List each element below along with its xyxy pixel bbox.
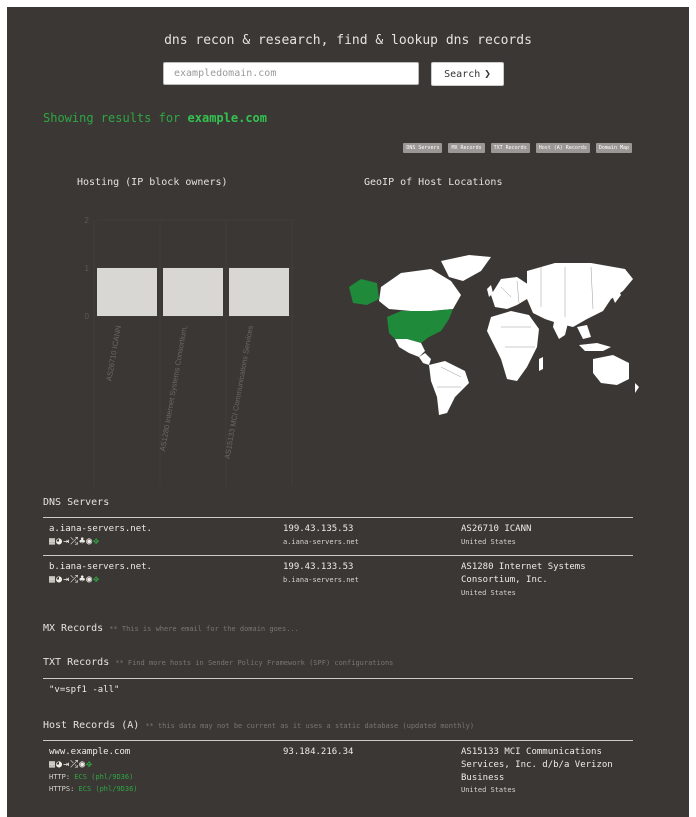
txt-title: TXT Records [43, 657, 110, 668]
map-africa [487, 311, 539, 381]
map-alaska [349, 279, 379, 305]
txt-hint: ** Find more hosts in Sender Policy Fram… [115, 659, 394, 667]
chevron-right-icon: ❯ [484, 67, 491, 80]
shuffle-icon[interactable]: ⤮ [70, 759, 79, 770]
geoip-title: GeoIP of Host Locations [364, 177, 503, 188]
dns-host-2[interactable]: b.iana-servers.net. [49, 562, 152, 572]
map-usa [387, 309, 453, 343]
hosting-bar-chart: 0 1 2 AS26710 ICANN AS1280 Internet Systems … [85, 216, 295, 486]
http-value: ECS (phl/9D36) [74, 773, 134, 781]
dns-asn-2-line1: AS1280 Internet Systems [461, 562, 586, 572]
shuffle-icon[interactable]: ⤮ [70, 574, 79, 585]
map-south-america [429, 361, 469, 415]
crosshair-icon[interactable]: ✥ [93, 536, 100, 547]
divider [43, 740, 633, 741]
record-tools-1: ▦◕⇥⤮♣◉✥ [49, 536, 100, 547]
host-records-title: Host Records (A) [43, 720, 140, 731]
host-records-hint: ** this data may not be current as it us… [145, 722, 475, 730]
host-country: United States [461, 786, 516, 794]
mx-hint: ** This is where email for the domain go… [109, 625, 299, 633]
http-label: HTTP: [49, 773, 71, 781]
map-australia [593, 355, 629, 385]
bar [163, 268, 223, 316]
divider [43, 517, 633, 518]
host-asn-line1: AS15133 MCI Communications [461, 747, 602, 757]
divider [43, 678, 633, 679]
nav-mx-records[interactable]: MX Records [448, 143, 485, 153]
dns-ip-1: 199.43.135.53 [283, 524, 354, 534]
map-new-zealand [635, 383, 639, 393]
dns-ip-2: 199.43.133.53 [283, 562, 354, 572]
nav-domain-map[interactable]: Domain Map [595, 143, 632, 153]
map-madagascar [539, 357, 543, 371]
results-domain: example.com [187, 111, 267, 125]
globe-icon[interactable]: ◕ [56, 759, 63, 770]
section-nav: DNS Servers MX Records TXT Records Host … [403, 143, 632, 153]
bar [97, 268, 157, 316]
y-tick-label: 0 [85, 312, 90, 321]
host-ip: 93.184.216.34 [283, 747, 354, 757]
dns-host-1[interactable]: a.iana-servers.net. [49, 524, 152, 534]
shuffle-icon[interactable]: ⤮ [70, 536, 79, 547]
grid-icon[interactable]: ▦ [49, 536, 56, 547]
nav-host-records[interactable]: Host (A) Records [535, 143, 590, 153]
map-europe [491, 277, 529, 309]
map-land [349, 255, 639, 415]
grid-icon[interactable]: ▦ [49, 759, 56, 770]
http-banner: HTTP: ECS (phl/9D36) [49, 773, 133, 781]
txt-heading: TXT Records ** Find more hosts in Sender … [43, 657, 393, 668]
y-tick-label: 1 [85, 264, 90, 273]
results-prefix: Showing results for [43, 111, 181, 125]
map-southeast-asia [577, 325, 591, 339]
nav-txt-records[interactable]: TXT Records [490, 143, 530, 153]
hosting-title: Hosting (IP block owners) [77, 177, 228, 188]
dns-country-2: United States [461, 589, 516, 597]
https-label: HTTPS: [49, 785, 75, 793]
host-asn-line3: Business [461, 773, 505, 783]
globe-icon[interactable]: ◕ [56, 574, 63, 585]
host-records-heading: Host Records (A) ** this data may not be … [43, 720, 474, 731]
nav-dns-servers[interactable]: DNS Servers [403, 143, 443, 153]
dns-country-1: United States [461, 538, 516, 546]
globe-icon[interactable]: ◕ [56, 536, 63, 547]
dns-rdns-1: a.iana-servers.net [283, 538, 359, 546]
crosshair-icon[interactable]: ✥ [93, 574, 100, 585]
https-value: ECS (phl/9D36) [78, 785, 138, 793]
https-banner: HTTPS: ECS (phl/9D36) [49, 785, 138, 793]
x-tick-label: AS1280 Internet Systems Consortium, [158, 325, 189, 452]
dns-asn-2-line2: Consortium, Inc. [461, 575, 548, 585]
crosshair-icon[interactable]: ✥ [86, 759, 93, 770]
map-indonesia [579, 343, 611, 351]
page-title: dns recon & research, find & lookup dns … [164, 33, 532, 48]
x-tick-label: AS26710 ICANN [104, 325, 123, 382]
record-tools-2: ▦◕⇥⤮♣◉✥ [49, 574, 100, 585]
mx-heading: MX Records ** This is where email for the… [43, 623, 299, 634]
dns-servers-title: DNS Servers [43, 497, 110, 508]
geoip-world-map [349, 255, 639, 415]
search-button[interactable]: Search ❯ [431, 62, 504, 86]
map-india [553, 317, 569, 339]
mx-title: MX Records [43, 623, 104, 634]
search-button-label: Search [444, 69, 481, 80]
map-greenland [441, 255, 491, 281]
page: dns recon & research, find & lookup dns … [7, 7, 689, 817]
x-tick-label: AS15133 MCI Communications Services [223, 325, 255, 460]
record-tools-3: ▦◕⇥⤮◉✥ [49, 759, 93, 770]
search-input[interactable]: exampledomain.com [163, 62, 419, 85]
divider [43, 555, 633, 556]
bar [229, 268, 289, 316]
dns-asn-1: AS26710 ICANN [461, 524, 532, 534]
dns-rdns-2: b.iana-servers.net [283, 576, 359, 584]
grid-icon[interactable]: ▦ [49, 574, 56, 585]
host-asn-line2: Services, Inc. d/b/a Verizon [461, 760, 613, 770]
y-tick-label: 2 [85, 216, 90, 225]
results-heading: Showing results for example.com [43, 111, 267, 125]
txt-value: "v=spf1 -all" [49, 685, 120, 695]
host-name[interactable]: www.example.com [49, 747, 130, 757]
